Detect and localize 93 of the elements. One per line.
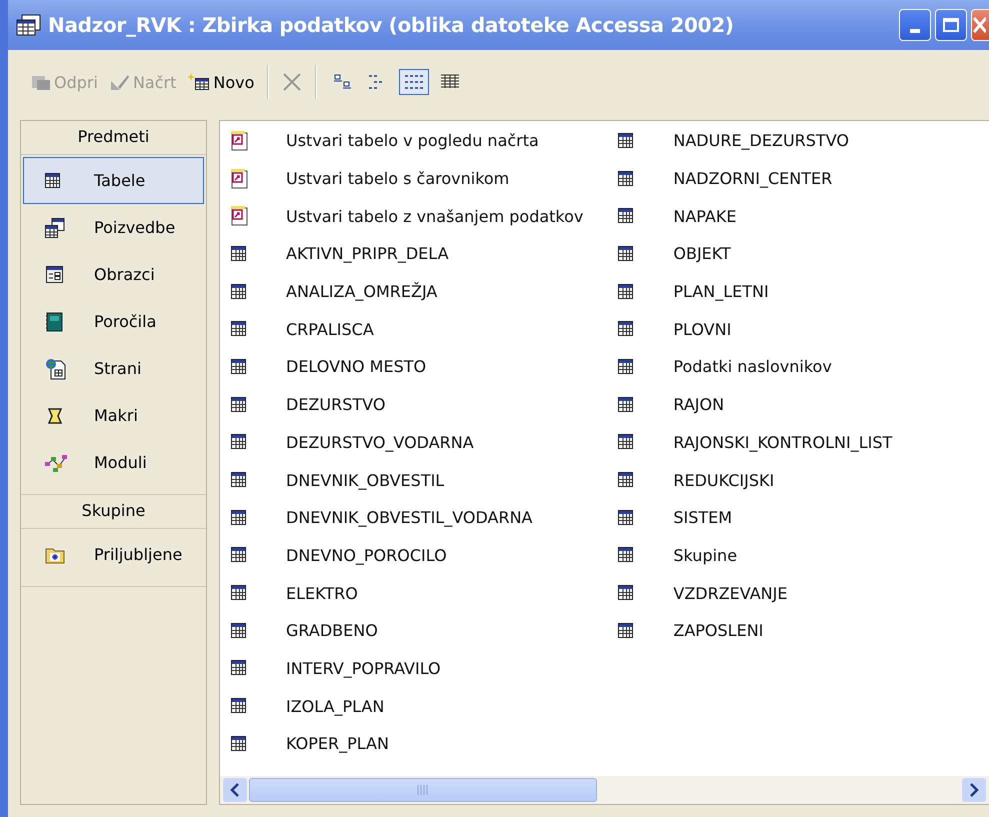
new-table-icon [188,73,210,91]
table-icon [230,622,248,640]
object-type-item[interactable]: Priljubljene [23,531,204,578]
table-icon [617,396,636,414]
open-icon [31,73,51,91]
chevron-left-icon [230,783,240,797]
queries-icon [44,216,66,238]
table-item[interactable]: PLAN_LETNI [673,282,769,302]
maximize-button[interactable] [935,9,967,41]
table-icon [230,358,248,376]
table-icon [617,320,636,338]
large-icons-icon [332,74,352,90]
table-shortcut-icon [230,168,250,190]
table-item[interactable]: DNEVNIK_OBVESTIL [286,470,444,490]
table-icon [230,471,248,490]
web-page-icon [44,356,68,380]
table-icon [230,244,248,263]
table-item[interactable]: ZAPOSLENI [673,621,764,640]
table-shortcut-icon [230,130,250,152]
object-type-item[interactable]: Poročila [23,298,204,345]
table-icon [617,170,636,188]
table-item[interactable]: NADZORNI_CENTER [673,169,832,188]
table-item[interactable]: KOPER_PLAN [286,734,389,754]
scroll-thumb[interactable] [249,778,597,802]
table-icon [617,433,636,452]
list-icon [404,74,424,90]
object-type-item[interactable]: Obrazci [23,251,204,298]
table-icon [230,320,248,338]
table-item[interactable]: AKTIVN_PRIPR_DELA [286,244,449,264]
table-item[interactable]: RAJON [673,395,724,414]
table-icon [617,508,636,527]
shortcut-item[interactable]: Ustvari tabelo s čarovnikom [286,169,510,188]
object-type-item[interactable]: Poizvedbe [23,204,204,251]
table-icon [617,244,636,263]
table-item[interactable]: DELOVNO MESTO [286,357,426,376]
form-icon [44,264,66,286]
shortcut-item[interactable]: Ustvari tabelo z vnašanjem podatkov [286,206,584,226]
table-item[interactable]: Podatki naslovnikov [673,357,832,376]
table-icon [230,734,248,753]
table-item[interactable]: VZDRZEVANJE [673,584,788,603]
table-icon [617,584,636,602]
table-item[interactable]: REDUKCIJSKI [673,470,774,490]
table-item[interactable]: INTERV_POPRAVILO [286,658,441,678]
table-icon [230,396,248,414]
table-icon [617,471,636,490]
table-item[interactable]: OBJEKT [673,244,731,264]
table-icon [617,132,636,150]
table-item[interactable]: DEZURSTVO [286,395,386,414]
database-icon [16,14,42,36]
new-button[interactable]: Novo [185,70,258,94]
table-item[interactable]: ANALIZA_OMREŽJA [286,282,438,302]
minimize-button[interactable] [899,9,931,41]
object-type-item[interactable]: Moduli [23,439,204,486]
table-icon [617,207,636,226]
table-icon [44,172,62,190]
window-title: Nadzor_RVK : Zbirka podatkov (oblika datoteke Accessa 2002) [48,13,734,37]
table-icon [230,433,248,452]
ruler-pencil-icon [110,73,130,91]
table-item[interactable]: IZOLA_PLAN [286,696,384,716]
table-icon [230,546,248,564]
table-item[interactable]: ELEKTRO [286,584,358,603]
object-type-item[interactable]: Makri [23,392,204,439]
object-type-item[interactable]: Tabele [23,157,204,204]
table-item[interactable]: PLOVNI [673,320,732,339]
table-item[interactable]: DNEVNIK_OBVESTIL_VODARNA [286,508,532,528]
details-icon [440,74,460,90]
table-icon [617,282,636,301]
object-type-item[interactable]: Strani [23,345,204,392]
chevron-right-icon [969,783,979,797]
table-icon [230,659,248,678]
table-item[interactable]: RAJONSKI_KONTROLNI_LIST [673,432,892,452]
table-icon [617,622,636,640]
table-icon [617,546,636,564]
table-item[interactable]: NAPAKE [673,206,736,226]
table-item[interactable]: NADURE_DEZURSTVO [673,131,849,150]
table-shortcut-icon [230,205,250,228]
table-icon [230,282,248,301]
table-item[interactable]: GRADBENO [286,621,378,640]
horizontal-scrollbar[interactable] [220,776,989,804]
table-item[interactable]: Skupine [673,546,738,565]
table-item[interactable]: SISTEM [673,508,732,528]
shortcut-item[interactable]: Ustvari tabelo v pogledu načrta [286,131,539,150]
x-icon [282,72,302,92]
table-item[interactable]: DNEVNO_POROCILO [286,546,447,565]
table-icon [617,358,636,376]
table-item[interactable]: DEZURSTVO_VODARNA [286,432,474,452]
table-icon [230,508,248,527]
table-icon [230,584,248,602]
table-item[interactable]: CRPALISCA [286,320,374,339]
scroll-right-button[interactable] [962,778,986,802]
list-view-button[interactable] [399,69,430,95]
scroll-left-button[interactable] [223,778,247,802]
table-icon [230,697,248,716]
